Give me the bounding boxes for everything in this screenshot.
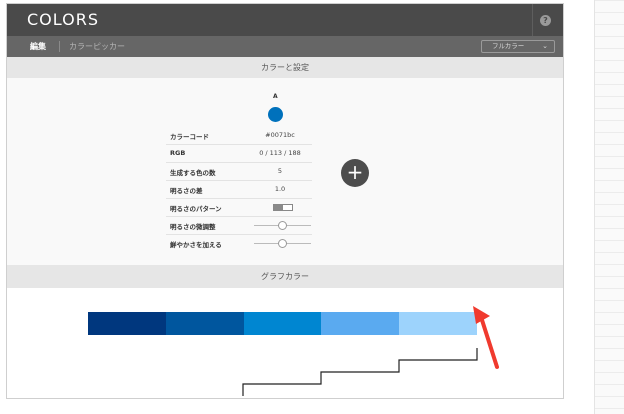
setting-row-rgb: RGB 0 / 113 / 188 — [166, 145, 312, 163]
setting-label: 鮮やかさを加える — [170, 241, 222, 249]
setting-row-color-code: カラーコード #0071bc — [166, 127, 312, 145]
setting-label: 明るさの差 — [170, 187, 203, 195]
saturation-slider[interactable] — [278, 239, 287, 248]
setting-row-saturation: 鮮やかさを加える — [166, 235, 312, 252]
color-count-input[interactable]: 5 — [248, 167, 312, 175]
help-icon[interactable]: ? — [540, 15, 551, 26]
color-swatch-segment[interactable] — [88, 312, 166, 335]
color-code-input[interactable]: #0071bc — [248, 131, 312, 139]
swatch-label: A — [273, 93, 278, 100]
tab-bar: 編集 カラーピッカー フルカラー ⌄ — [7, 36, 563, 57]
setting-label: 生成する色の数 — [170, 169, 216, 177]
brightness-pattern-toggle[interactable] — [273, 204, 293, 211]
tab-edit[interactable]: 編集 — [30, 41, 46, 52]
graph-section-header: グラフカラー — [7, 265, 563, 288]
color-mode-value: フルカラー — [492, 42, 525, 50]
setting-row-brightness-fine-tune: 明るさの微調整 — [166, 217, 312, 235]
chevron-down-icon: ⌄ — [542, 42, 548, 50]
tab-color-picker[interactable]: カラーピッカー — [69, 41, 125, 52]
setting-row-color-count: 生成する色の数 5 — [166, 163, 312, 181]
app-title: COLORS — [27, 10, 99, 29]
graph-section-title: グラフカラー — [261, 272, 309, 281]
base-color-swatch[interactable] — [268, 107, 283, 122]
color-mode-select[interactable]: フルカラー ⌄ — [481, 40, 555, 53]
setting-label: RGB — [170, 149, 186, 157]
graph-panel — [7, 288, 563, 398]
side-panel — [594, 0, 624, 414]
setting-label: 明るさのパターン — [170, 205, 222, 213]
divider — [532, 4, 533, 36]
setting-row-brightness-diff: 明るさの差 1.0 — [166, 181, 312, 199]
settings-section-title: カラーと設定 — [261, 63, 309, 72]
brightness-fine-tune-slider[interactable] — [278, 221, 287, 230]
color-swatch-segment[interactable] — [321, 312, 399, 335]
plus-icon: + — [346, 160, 364, 184]
setting-label: 明るさの微調整 — [170, 223, 216, 231]
color-swatch-segment[interactable] — [399, 312, 477, 335]
setting-label: カラーコード — [170, 133, 209, 141]
brightness-diff-input[interactable]: 1.0 — [248, 185, 312, 193]
setting-row-brightness-pattern: 明るさのパターン — [166, 199, 312, 217]
top-bar: COLORS ? — [7, 4, 563, 36]
color-swatch-segment[interactable] — [244, 312, 321, 335]
add-color-button[interactable]: + — [341, 159, 369, 187]
settings-section-header: カラーと設定 — [7, 57, 563, 78]
rgb-input[interactable]: 0 / 113 / 188 — [248, 149, 312, 157]
tab-divider — [59, 41, 60, 52]
color-swatch-segment[interactable] — [166, 312, 244, 335]
